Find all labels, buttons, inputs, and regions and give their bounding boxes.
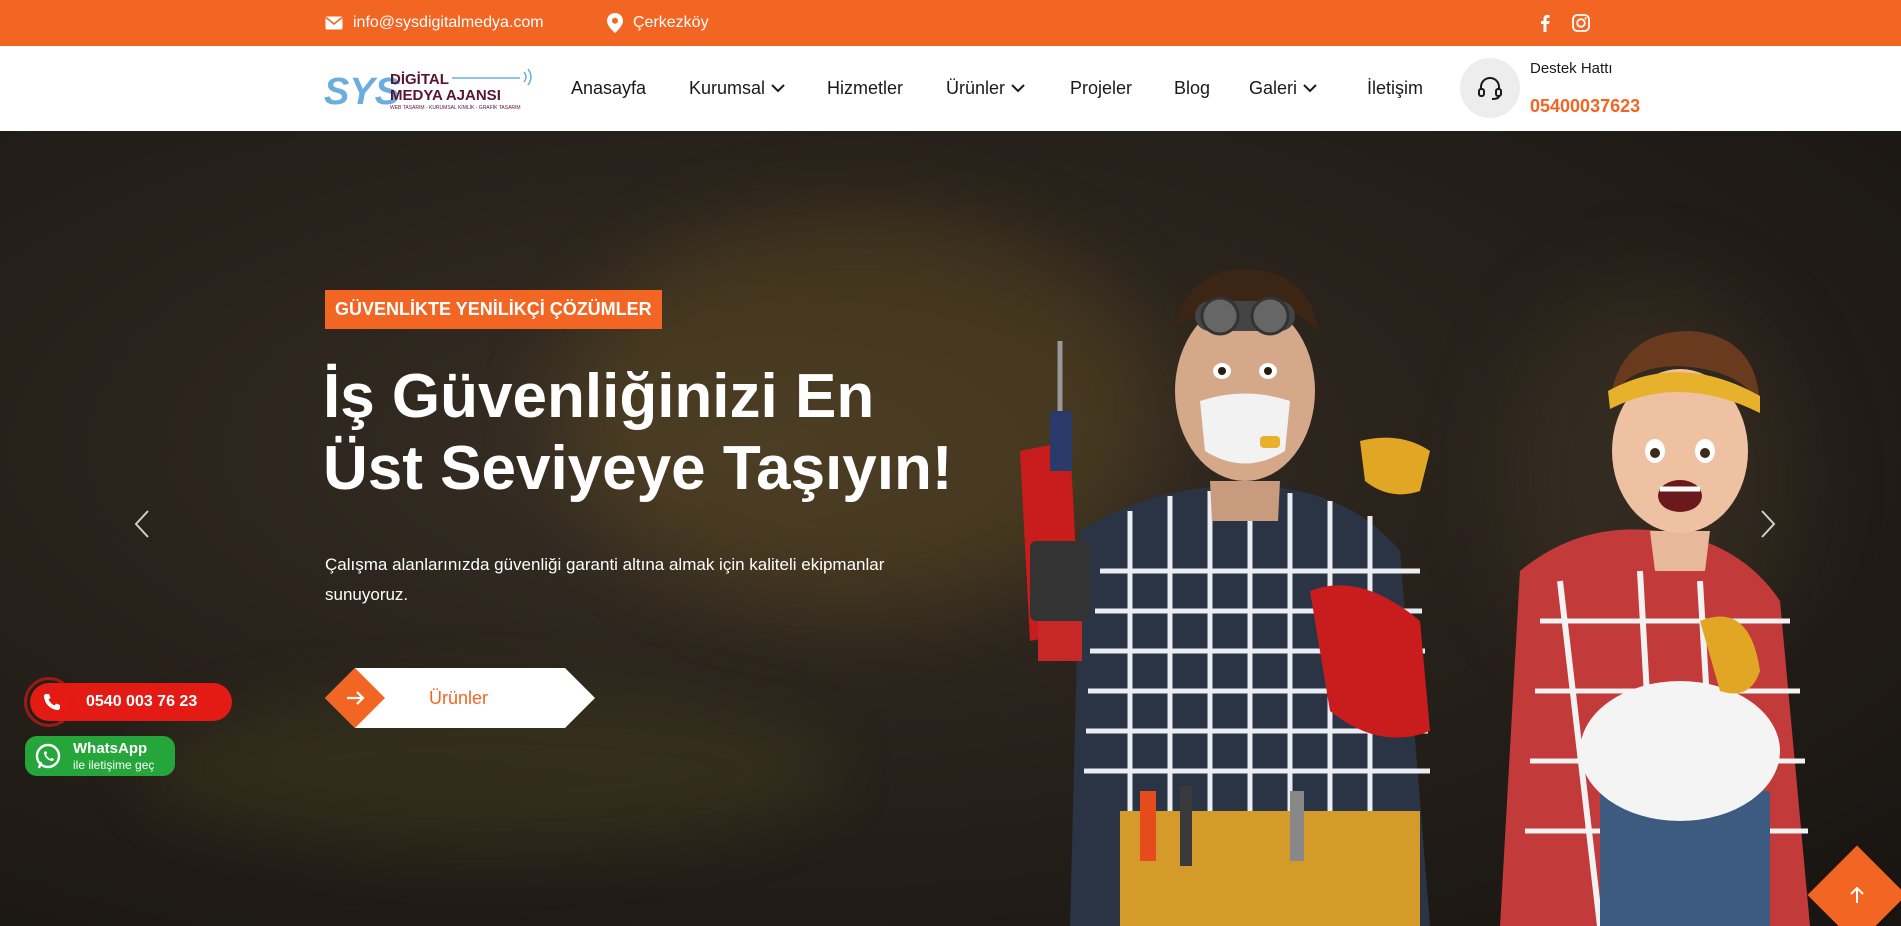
site-logo[interactable]: SYS DİGİTAL MEDYA AJANSI WEB TASARIM - K… <box>324 66 536 113</box>
instagram-link[interactable] <box>1572 0 1590 46</box>
location-link[interactable]: Çerkezköy <box>607 0 709 46</box>
chevron-down-icon <box>1011 84 1025 93</box>
hero-headline: İş Güvenliğinizi En Üst Seviyeye Taşıyın… <box>323 361 973 505</box>
nav-blog[interactable]: Blog <box>1174 46 1210 131</box>
map-pin-icon <box>607 13 623 33</box>
email-text: info@sysdigitalmedya.com <box>353 14 544 31</box>
support-label: Destek Hattı <box>1530 60 1613 77</box>
whatsapp-subtitle: ile iletişime geç <box>73 758 155 772</box>
logo-tagline: WEB TASARIM - KURUMSAL KİMLİK - GRAFİK T… <box>390 104 521 111</box>
svg-text:SYS: SYS <box>324 71 400 112</box>
whatsapp-title: WhatsApp <box>73 740 148 757</box>
support-phone[interactable]: 05400037623 <box>1530 96 1640 117</box>
logo-line2: MEDYA AJANSI <box>390 87 501 104</box>
instagram-icon <box>1572 14 1590 32</box>
hero-badge: GÜVENLİKTE YENİLİKÇİ ÇÖZÜMLER <box>325 290 662 329</box>
facebook-link[interactable] <box>1540 0 1550 46</box>
call-float-label: 0540 003 76 23 <box>86 693 198 710</box>
call-float-button[interactable]: 0540 003 76 23 <box>24 677 232 727</box>
arrow-up-icon <box>1850 886 1864 903</box>
email-link[interactable]: info@sysdigitalmedya.com <box>325 0 544 46</box>
female-worker <box>1500 331 1810 926</box>
nav-projeler[interactable]: Projeler <box>1070 46 1132 131</box>
nav-hizmetler[interactable]: Hizmetler <box>827 46 903 131</box>
male-worker <box>1020 269 1430 926</box>
chevron-down-icon <box>771 84 785 93</box>
phone-icon <box>44 694 60 710</box>
hero-headline-line1: İş Güvenliğinizi En <box>323 362 875 431</box>
chevron-down-icon <box>1303 84 1317 93</box>
envelope-icon <box>325 16 343 30</box>
chevron-left-icon <box>134 510 149 538</box>
facebook-icon <box>1541 14 1550 32</box>
main-header: SYS DİGİTAL MEDYA AJANSI WEB TASARIM - K… <box>0 46 1901 131</box>
nav-urunler[interactable]: Ürünler <box>946 46 1025 131</box>
support-icon-wrap <box>1460 58 1520 118</box>
nav-iletisim[interactable]: İletişim <box>1367 46 1423 131</box>
nav-kurumsal[interactable]: Kurumsal <box>689 46 785 131</box>
products-button-label: Ürünler <box>429 687 489 708</box>
hero-headline-line2: Üst Seviyeye Taşıyın! <box>323 434 953 503</box>
nav-anasayfa[interactable]: Anasayfa <box>571 46 646 131</box>
whatsapp-icon <box>35 743 61 769</box>
top-bar: info@sysdigitalmedya.com Çerkezköy <box>0 0 1901 46</box>
hero-slider: GÜVENLİKTE YENİLİKÇİ ÇÖZÜMLER İş Güvenli… <box>0 131 1901 926</box>
hero-subtext: Çalışma alanlarınızda güvenliği garanti … <box>325 555 885 604</box>
slider-prev-button[interactable] <box>134 509 150 544</box>
whatsapp-float-button[interactable]: WhatsApp ile iletişime geç <box>25 736 175 776</box>
hero-workers-image <box>1020 269 1810 926</box>
nav-galeri[interactable]: Galeri <box>1249 46 1317 131</box>
products-button[interactable]: Ürünler <box>325 668 595 728</box>
logo-line1: DİGİTAL <box>390 71 449 88</box>
headset-icon <box>1478 76 1502 100</box>
location-text: Çerkezköy <box>633 14 709 31</box>
